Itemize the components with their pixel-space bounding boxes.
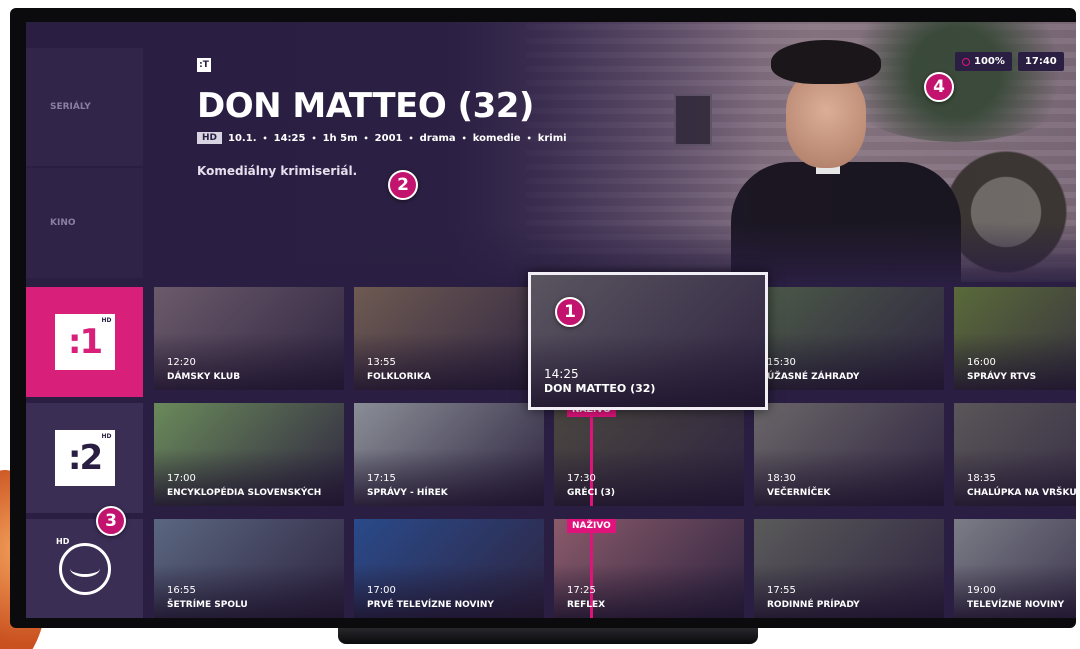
live-badge: NAŽIVO [567, 519, 616, 533]
hero-banner [26, 22, 1076, 282]
program-card[interactable]: 15:30 ÚŽASNÉ ZÁHRADY [754, 287, 944, 390]
program-card[interactable]: 14:25 DON MATTEO (32) [528, 272, 768, 410]
program-time: 17:00 [167, 473, 196, 484]
program-card[interactable]: 18:35 CHALÚPKA NA VRŠKU [954, 403, 1076, 506]
meta-duration: 1h 5m [322, 132, 358, 144]
sidebar-item-label: KINO [50, 218, 76, 228]
meta-genre: krimi [537, 132, 567, 144]
program-time: 14:25 [544, 367, 579, 381]
program-time: 18:35 [967, 473, 996, 484]
program-card[interactable]: NAŽIVO 17:25 REFLEX [554, 519, 744, 618]
program-time: 17:25 [567, 585, 596, 596]
program-time: 13:55 [367, 357, 396, 368]
program-title: VEČERNÍČEK [767, 488, 831, 498]
program-time: 15:30 [767, 357, 796, 368]
program-card[interactable]: 19:00 TELEVÍZNE NOVINY [954, 519, 1076, 618]
hd-label: HD [101, 317, 112, 324]
channel-2-logo-text: :2 [67, 438, 103, 478]
battery-indicator: 100% [955, 52, 1012, 71]
program-description: Komediálny krimiseriál. [197, 164, 358, 178]
ring-icon [962, 57, 970, 66]
program-title: ÚŽASNÉ ZÁHRADY [767, 372, 860, 382]
program-card[interactable]: 17:00 ENCYKLOPÉDIA SLOVENSKÝCH [154, 403, 344, 506]
hd-label: HD [56, 537, 70, 546]
page-title: DON MATTEO (32) [197, 86, 534, 126]
program-title: SPRÁVY RTVS [967, 372, 1037, 382]
program-card[interactable]: 17:15 SPRÁVY - HÍREK [354, 403, 544, 506]
program-time: 17:15 [367, 473, 396, 484]
program-title: FOLKLORIKA [367, 372, 431, 382]
channel-logo-icon: :T [197, 58, 211, 72]
program-card[interactable]: 17:00 PRVÉ TELEVÍZNE NOVINY [354, 519, 544, 618]
callout-marker-2: 2 [388, 170, 418, 200]
clock: 17:40 [1017, 52, 1064, 71]
program-card[interactable]: 18:30 VEČERNÍČEK [754, 403, 944, 506]
program-card[interactable]: NAŽIVO 17:30 GRÉCI (3) [554, 403, 744, 506]
channel-tile-3[interactable] [26, 519, 143, 618]
program-card[interactable]: 13:55 FOLKLORIKA [354, 287, 544, 390]
channel-tile-2[interactable]: :2 HD [26, 403, 143, 513]
hd-label: HD [101, 433, 112, 440]
program-card[interactable]: 12:20 DÁMSKY KLUB [154, 287, 344, 390]
meta-separator: • [311, 133, 317, 143]
photo-stage: SERIÁLY KINO :T DON MATTEO (32) HD 10.1.… [0, 0, 1080, 649]
channel-1-logo-text: :1 [67, 322, 103, 362]
program-meta: HD 10.1. • 14:25 • 1h 5m • 2001 • drama … [197, 132, 567, 144]
callout-marker-3: 3 [96, 506, 126, 536]
program-title: SPRÁVY - HÍREK [367, 488, 448, 498]
meta-separator: • [363, 133, 369, 143]
hd-badge: HD [197, 132, 223, 144]
program-time: 17:00 [367, 585, 396, 596]
channel-2-logo-icon: :2 HD [54, 430, 115, 486]
program-title: DON MATTEO (32) [544, 382, 656, 395]
battery-value: 100% [974, 56, 1005, 67]
program-time: 19:00 [967, 585, 996, 596]
meta-genre: komedie [472, 132, 521, 144]
program-title: GRÉCI (3) [567, 488, 616, 498]
meta-year: 2001 [374, 132, 403, 144]
meta-separator: • [526, 133, 532, 143]
program-card[interactable]: 16:00 SPRÁVY RTVS [954, 287, 1076, 390]
program-card[interactable]: 17:55 RODINNÉ PRÍPADY [754, 519, 944, 618]
meta-separator: • [408, 133, 414, 143]
meta-date: 10.1. [228, 132, 257, 144]
clock-value: 17:40 [1024, 56, 1057, 67]
program-title: CHALÚPKA NA VRŠKU [967, 488, 1076, 498]
channel-tile-1[interactable]: :1 HD [26, 287, 143, 397]
status-bar: 100% 17:40 [955, 52, 1064, 71]
channel-1-logo-icon: :1 HD [54, 314, 115, 370]
program-title: DÁMSKY KLUB [167, 372, 241, 382]
program-title: RODINNÉ PRÍPADY [767, 600, 860, 610]
program-time: 16:55 [167, 585, 196, 596]
meta-genre: drama [419, 132, 456, 144]
meta-separator: • [461, 133, 467, 143]
program-title: REFLEX [567, 600, 606, 610]
program-time: 18:30 [767, 473, 796, 484]
program-card[interactable]: 16:55 ŠETRÍME SPOLU [154, 519, 344, 618]
meta-time: 14:25 [273, 132, 306, 144]
sidebar-item-kino[interactable]: KINO [26, 168, 143, 278]
program-title: TELEVÍZNE NOVINY [967, 600, 1065, 610]
meta-separator: • [262, 133, 268, 143]
sidebar-item-serialy[interactable]: SERIÁLY [26, 48, 143, 166]
channel-3-logo-icon [58, 542, 111, 595]
callout-marker-1: 1 [555, 297, 585, 327]
program-time: 17:55 [767, 585, 796, 596]
sidebar-item-label: SERIÁLY [50, 102, 91, 112]
program-title: PRVÉ TELEVÍZNE NOVINY [367, 600, 494, 610]
program-time: 16:00 [967, 357, 996, 368]
tv-screen: SERIÁLY KINO :T DON MATTEO (32) HD 10.1.… [26, 22, 1076, 618]
program-time: 12:20 [167, 357, 196, 368]
callout-marker-4: 4 [924, 72, 954, 102]
program-title: ŠETRÍME SPOLU [167, 600, 248, 610]
tv-stand [338, 626, 758, 644]
program-time: 17:30 [567, 473, 596, 484]
program-title: ENCYKLOPÉDIA SLOVENSKÝCH [167, 488, 322, 498]
